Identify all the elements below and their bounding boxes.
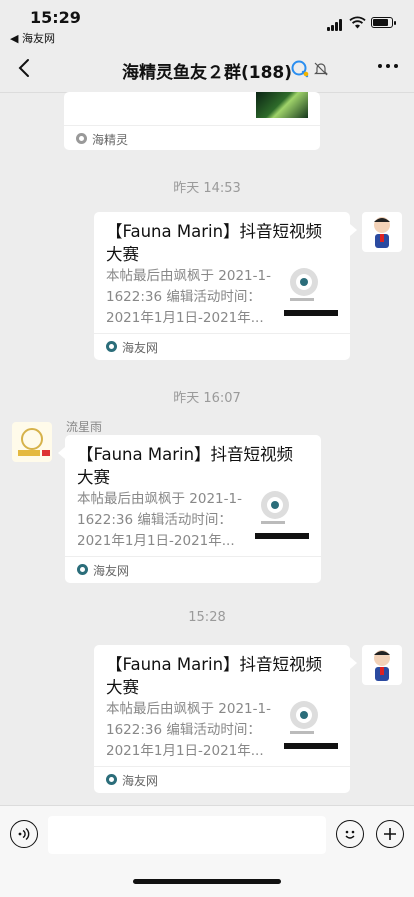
mute-bell-icon	[314, 62, 328, 76]
card-thumbnail	[256, 92, 308, 118]
more-button[interactable]	[378, 64, 398, 68]
my-avatar[interactable]	[362, 212, 402, 252]
sender-name: 流星雨	[66, 420, 103, 434]
qr-code-thumbnail	[284, 697, 338, 751]
battery-icon	[371, 17, 396, 28]
timestamp: 昨天 16:07	[173, 391, 241, 406]
card-title: 【Fauna Marin】抖音短视频大赛	[106, 655, 323, 697]
wechat-work-icon	[291, 60, 309, 78]
card-description: 本帖最后由飒枫于 2021-1-1622:36 编辑活动时间：2021年1月1日…	[106, 268, 271, 326]
voice-button[interactable]	[10, 820, 38, 848]
timestamp: 昨天 14:53	[173, 181, 241, 196]
source-icon	[77, 564, 88, 575]
emoji-icon	[345, 830, 355, 839]
bubble-tail	[58, 447, 65, 459]
sender-avatar[interactable]	[12, 422, 52, 462]
card-description: 本帖最后由飒枫于 2021-1-1622:36 编辑活动时间：2021年1月1日…	[77, 491, 242, 549]
qr-code-thumbnail	[284, 264, 338, 318]
add-button[interactable]	[376, 820, 404, 848]
cellular-signal-icon	[327, 19, 345, 31]
card-source: 海精灵	[92, 133, 129, 147]
source-icon	[76, 133, 87, 144]
wifi-icon	[349, 16, 366, 29]
status-bar: 15:29 ◀ 海友网	[0, 0, 414, 46]
chat-title: 海精灵鱼友２群(188)	[121, 63, 293, 83]
card-source: 海友网	[122, 774, 159, 788]
add-icon	[384, 828, 396, 840]
timestamp: 15:28	[188, 610, 226, 625]
voice-icon	[18, 827, 30, 841]
message-card-partial[interactable]: 海精灵	[64, 92, 320, 150]
back-to-app-link[interactable]: ◀ 海友网	[10, 30, 55, 46]
emoji-button[interactable]	[336, 820, 364, 848]
source-icon	[106, 341, 117, 352]
bubble-tail	[350, 657, 357, 669]
message-card[interactable]: 【Fauna Marin】抖音短视频大赛 本帖最后由飒枫于 2021-1-162…	[94, 645, 350, 793]
my-avatar[interactable]	[362, 645, 402, 685]
message-card[interactable]: 【Fauna Marin】抖音短视频大赛 本帖最后由飒枫于 2021-1-162…	[94, 212, 350, 360]
source-icon	[106, 774, 117, 785]
message-input[interactable]	[48, 816, 326, 854]
status-time: 15:29	[30, 8, 81, 27]
home-indicator	[133, 879, 281, 884]
card-title: 【Fauna Marin】抖音短视频大赛	[77, 445, 294, 487]
qr-code-thumbnail	[255, 487, 309, 541]
card-title: 【Fauna Marin】抖音短视频大赛	[106, 222, 323, 264]
message-card[interactable]: 【Fauna Marin】抖音短视频大赛 本帖最后由飒枫于 2021-1-162…	[65, 435, 321, 583]
card-description: 本帖最后由飒枫于 2021-1-1622:36 编辑活动时间：2021年1月1日…	[106, 701, 271, 759]
card-source: 海友网	[93, 564, 130, 578]
chat-header: 海精灵鱼友２群(188)	[0, 46, 414, 93]
bubble-tail	[350, 224, 357, 236]
card-source: 海友网	[122, 341, 159, 355]
